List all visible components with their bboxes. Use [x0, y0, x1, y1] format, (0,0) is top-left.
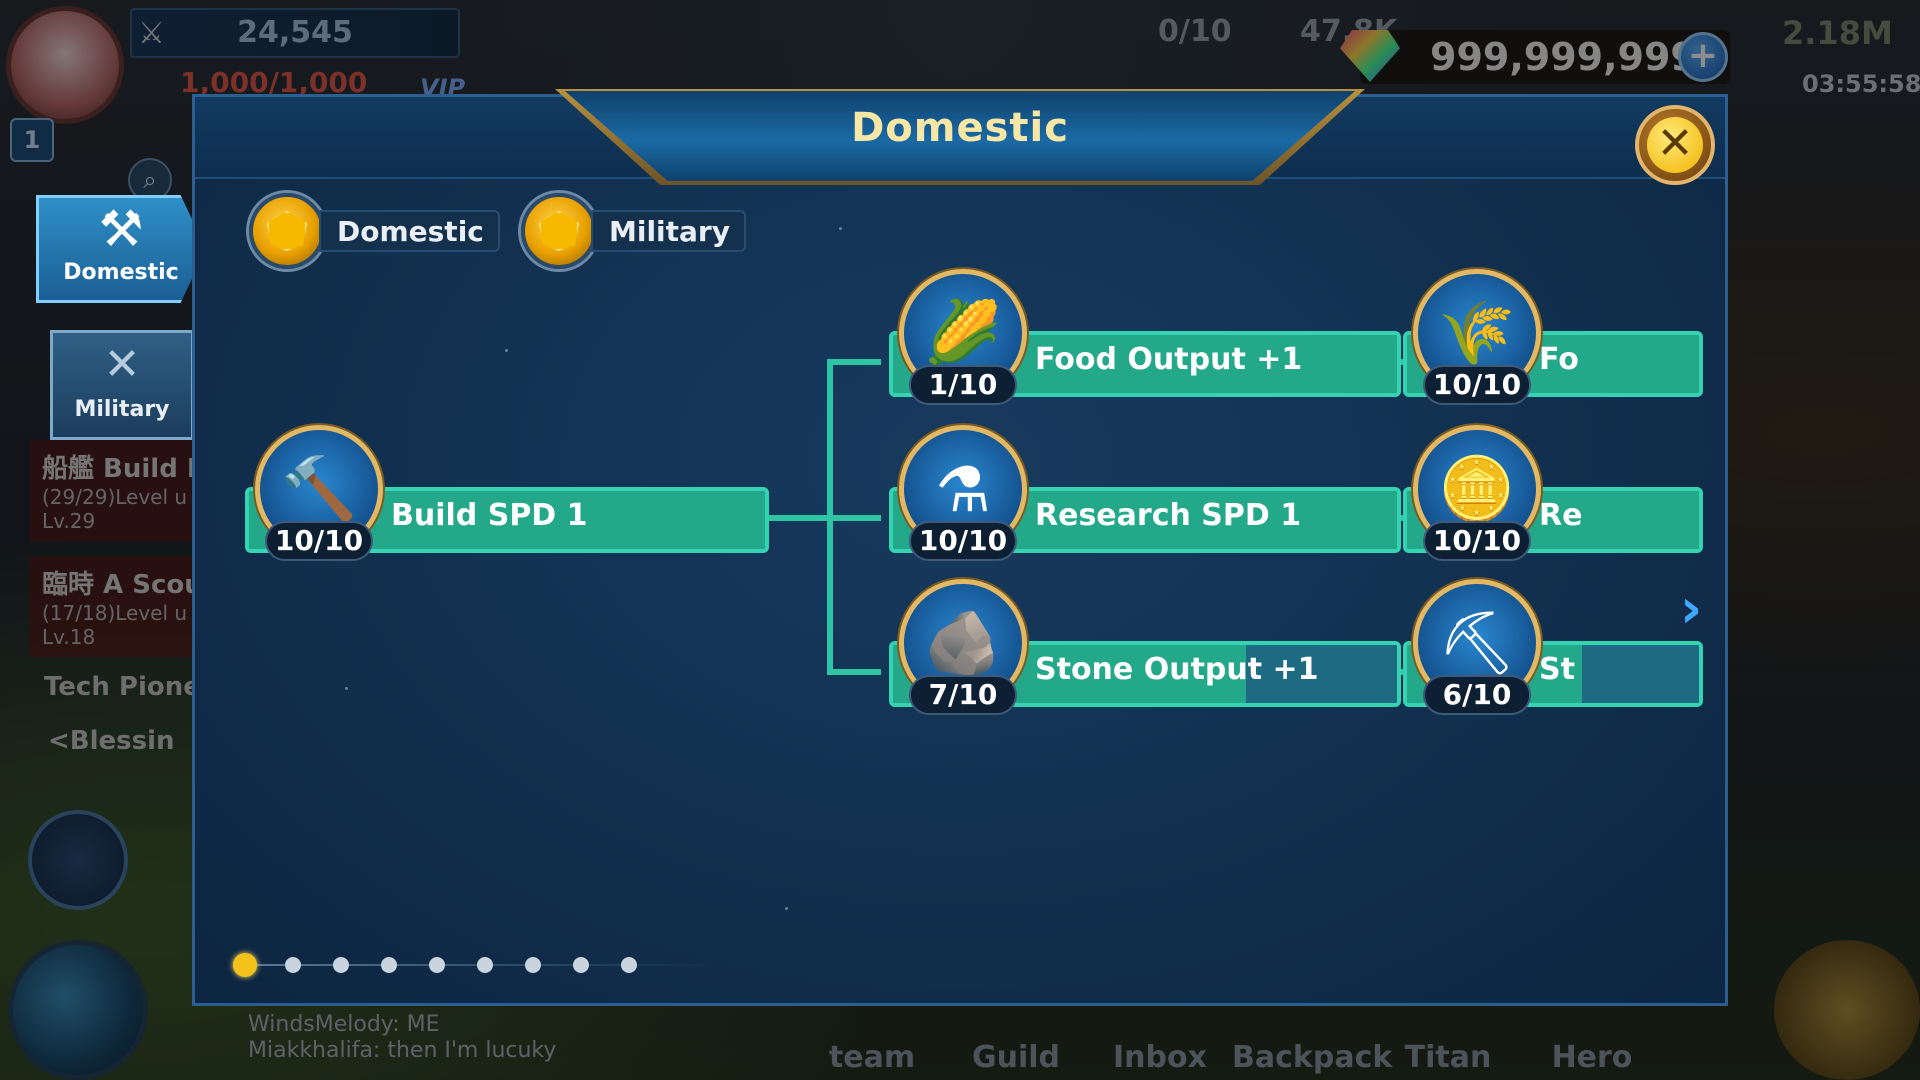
side-tab-military-overlay[interactable]: ✕ Military: [50, 330, 194, 440]
tech-node-name: Build SPD 1: [391, 498, 588, 533]
page-dot[interactable]: [573, 957, 589, 973]
tech-node-name: Re: [1539, 498, 1583, 533]
sword-shield-icon: ✕: [103, 339, 141, 390]
dialog-title: Domestic: [851, 105, 1069, 151]
tech-node-food-next[interactable]: Fo 🌾 10/10: [1403, 269, 1713, 405]
tech-level-count: 6/10: [1423, 675, 1531, 715]
page-dot[interactable]: [525, 957, 541, 973]
progress-remaining: [1582, 645, 1699, 703]
tech-level-count: 10/10: [1423, 365, 1531, 405]
page-indicator: [233, 953, 713, 977]
sparkle: [505, 349, 508, 352]
shield-coin-icon: [521, 193, 597, 269]
tech-node-name: Food Output +1: [1035, 342, 1303, 377]
page-dot[interactable]: [233, 953, 257, 977]
tech-node-stone-output[interactable]: Stone Output +1 🪨 7/10: [889, 579, 1401, 715]
tech-node-name: Stone Output +1: [1035, 652, 1319, 687]
sparkle: [839, 227, 842, 230]
page-dot[interactable]: [429, 957, 445, 973]
side-tab-domestic-active[interactable]: ⚒ Domestic: [36, 195, 206, 303]
page-dot[interactable]: [285, 957, 301, 973]
tech-node-build-spd[interactable]: Build SPD 1 🔨 10/10: [245, 425, 769, 561]
tech-node-stone-next[interactable]: St ⛏ 6/10: [1403, 579, 1713, 715]
tree-connector: [827, 669, 881, 675]
close-button[interactable]: ✕: [1635, 105, 1715, 185]
tech-level-count: 10/10: [1423, 521, 1531, 561]
sub-tab-military[interactable]: Military: [521, 193, 746, 269]
sparkle: [785, 907, 788, 910]
hammer-icon: ⚒: [98, 200, 144, 258]
tree-connector: [827, 515, 881, 521]
tech-level-count: 10/10: [265, 521, 373, 561]
tree-connector: [765, 515, 831, 521]
tech-level-count: 1/10: [909, 365, 1017, 405]
page-dot[interactable]: [477, 957, 493, 973]
chevron-right-icon[interactable]: ›: [1680, 577, 1702, 640]
page-dot[interactable]: [621, 957, 637, 973]
tech-level-count: 10/10: [909, 521, 1017, 561]
tech-node-food-output[interactable]: Food Output +1 🌽 1/10: [889, 269, 1401, 405]
tech-node-name: Research SPD 1: [1035, 498, 1302, 533]
tree-connector: [827, 359, 881, 365]
page-dot[interactable]: [333, 957, 349, 973]
tech-node-name: Fo: [1539, 342, 1579, 377]
tech-level-count: 7/10: [909, 675, 1017, 715]
shield-coin-icon: [249, 193, 325, 269]
close-icon: ✕: [1647, 117, 1703, 173]
tech-node-name: St: [1539, 652, 1575, 687]
tech-node-research-spd[interactable]: Research SPD 1 ⚗ 10/10: [889, 425, 1401, 561]
page-dot[interactable]: [381, 957, 397, 973]
sub-tab-domestic[interactable]: Domestic: [249, 193, 500, 269]
tech-node-research-next[interactable]: Re 🪙 10/10: [1403, 425, 1713, 561]
tech-dialog: Domestic ✕ Domestic Military Build SPD 1…: [192, 89, 1728, 1006]
sparkle: [345, 687, 348, 690]
